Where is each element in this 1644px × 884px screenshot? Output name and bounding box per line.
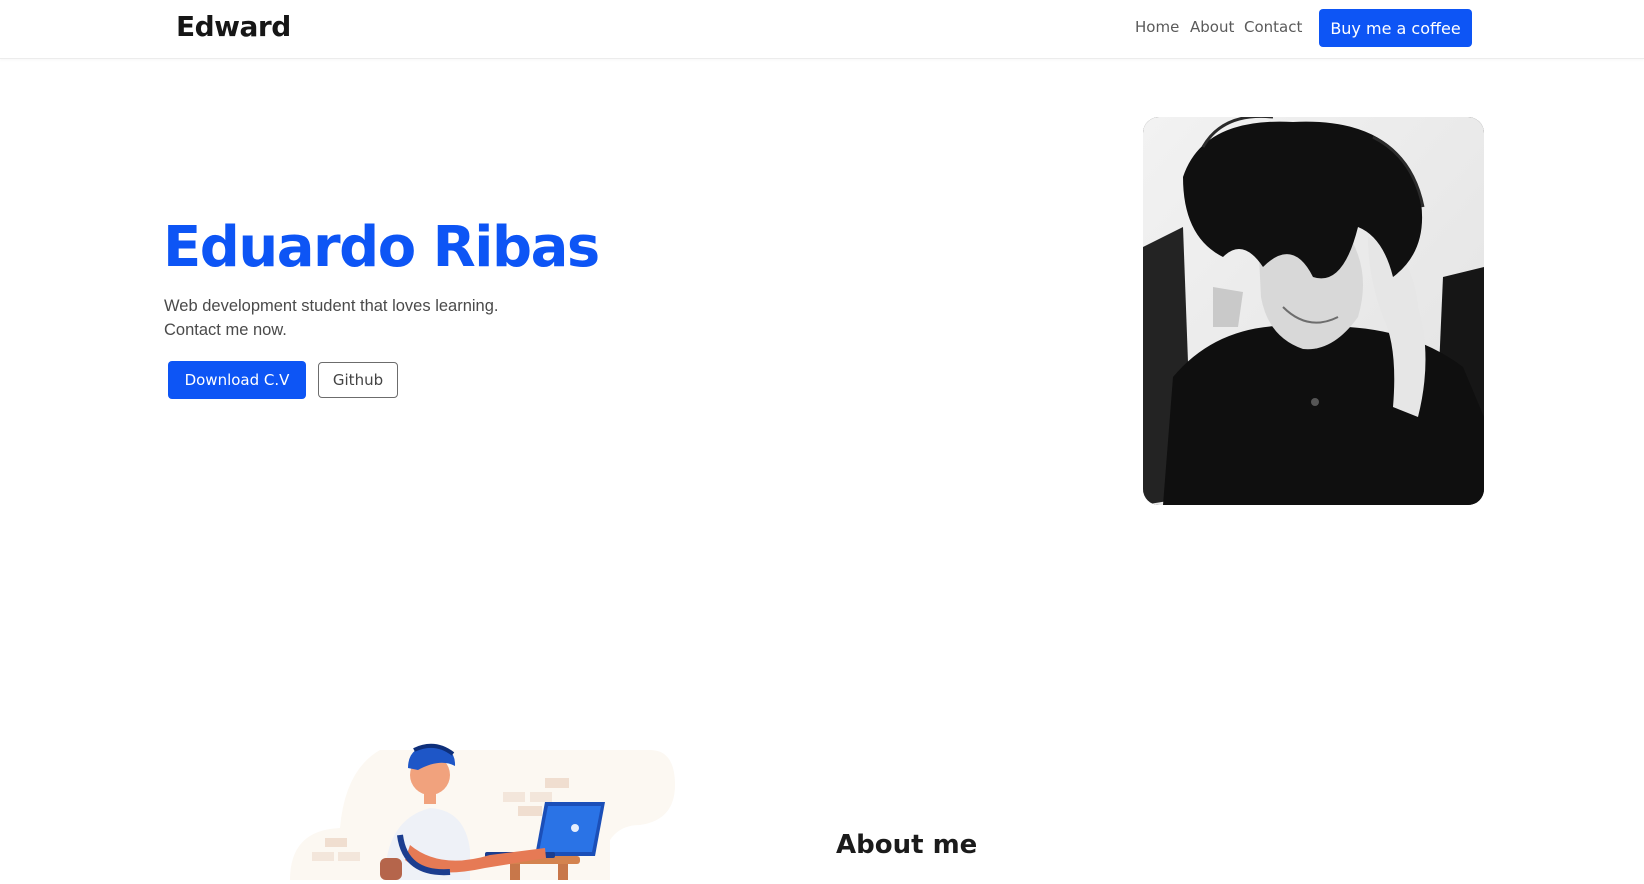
navbar: Edward Home About Contact Buy me a coffe… <box>0 0 1644 59</box>
brand-logo[interactable]: Edward <box>176 10 291 43</box>
hero-description: Web development student that loves learn… <box>164 294 584 342</box>
nav-link-contact[interactable]: Contact <box>1244 18 1302 36</box>
nav-link-home[interactable]: Home <box>1135 18 1179 36</box>
hero-description-line: Web development student that loves learn… <box>164 297 499 315</box>
developer-illustration <box>290 740 680 880</box>
profile-photo <box>1143 117 1484 505</box>
download-cv-button[interactable]: Download C.V <box>168 361 306 399</box>
hero-description-line: Contact me now. <box>164 321 287 339</box>
nav-link-about[interactable]: About <box>1190 18 1234 36</box>
hero-title: Eduardo Ribas <box>163 215 600 280</box>
buy-me-a-coffee-button[interactable]: Buy me a coffee <box>1319 9 1472 47</box>
github-button[interactable]: Github <box>318 362 398 398</box>
about-title: About me <box>836 830 978 860</box>
